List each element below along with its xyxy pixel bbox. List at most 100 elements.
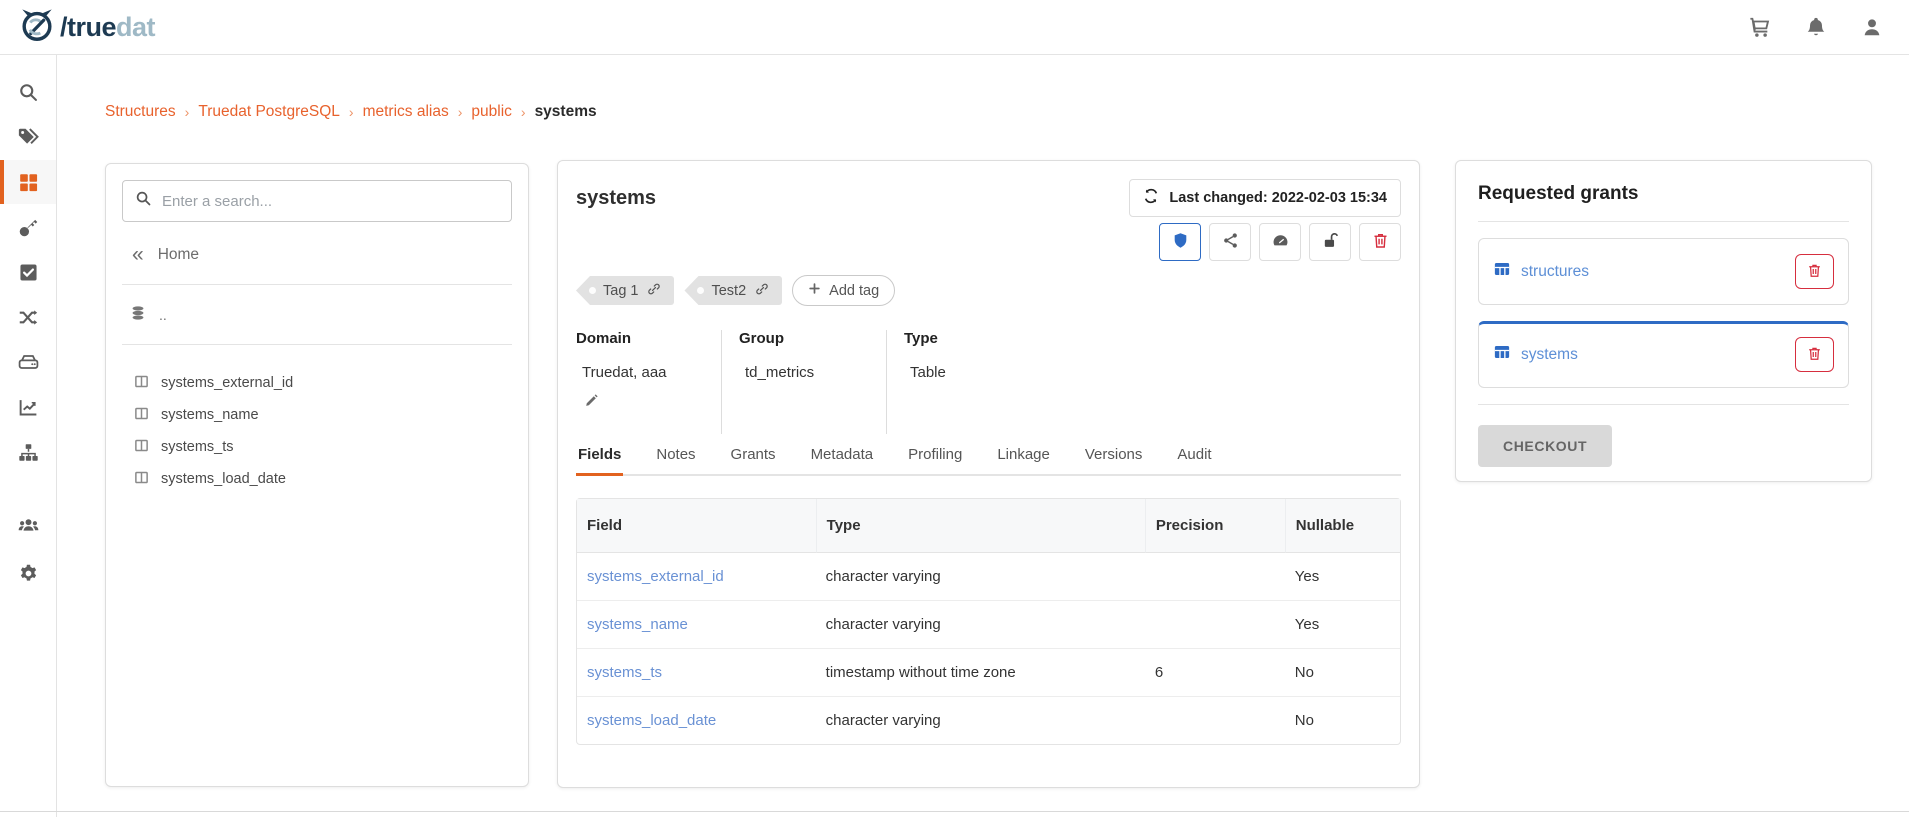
topbar: /truedat (0, 0, 1909, 55)
tab-versions[interactable]: Versions (1083, 438, 1145, 474)
breadcrumb-separator: › (521, 104, 526, 120)
rail-shuffle-icon[interactable] (0, 295, 56, 339)
truedat-logo[interactable]: /truedat (18, 7, 155, 48)
domain-label: Domain (576, 330, 697, 347)
search-input[interactable] (162, 193, 499, 210)
detail-tabs: Fields Notes Grants Metadata Profiling L… (576, 438, 1401, 476)
rail-chart-line-icon[interactable] (0, 385, 56, 429)
rail-search-icon[interactable] (0, 70, 56, 114)
column-item[interactable]: systems_ts (134, 431, 512, 463)
field-nullable: No (1285, 649, 1400, 697)
field-link[interactable]: systems_external_id (587, 568, 724, 585)
logo-text-dat: dat (116, 12, 155, 42)
tag-chip[interactable]: Test2 (684, 276, 782, 305)
field-type: character varying (816, 697, 1145, 744)
column-item[interactable]: systems_load_date (134, 463, 512, 495)
column-item[interactable]: systems_external_id (134, 367, 512, 399)
breadcrumb-schema[interactable]: public (471, 103, 512, 121)
field-nullable: No (1285, 697, 1400, 744)
remove-grant-button[interactable] (1795, 337, 1834, 372)
structure-actions (1159, 223, 1401, 261)
tag-chip[interactable]: Tag 1 (576, 276, 674, 305)
bell-icon[interactable] (1805, 16, 1827, 38)
tab-audit[interactable]: Audit (1175, 438, 1213, 474)
refresh-icon[interactable] (1143, 188, 1159, 208)
checkout-button[interactable]: CHECKOUT (1478, 425, 1612, 467)
gauge-icon (1272, 232, 1289, 252)
share-icon (1222, 232, 1239, 252)
grant-link[interactable]: structures (1521, 263, 1589, 281)
bottom-divider (0, 811, 1909, 812)
field-nullable: Yes (1285, 601, 1400, 649)
structure-detail-panel: systems Last changed: 2022-02-03 15:34 (557, 160, 1420, 788)
rail-tags-icon[interactable] (0, 115, 56, 159)
divider (1478, 221, 1849, 222)
shield-icon (1172, 232, 1189, 252)
field-precision (1145, 697, 1285, 744)
icon-rail (0, 55, 57, 817)
field-link[interactable]: systems_load_date (587, 712, 716, 729)
field-precision (1145, 601, 1285, 649)
share-button[interactable] (1209, 223, 1251, 261)
protect-button[interactable] (1159, 223, 1201, 261)
last-changed-box[interactable]: Last changed: 2022-02-03 15:34 (1129, 179, 1401, 217)
delete-button[interactable] (1359, 223, 1401, 261)
divider (1478, 404, 1849, 405)
type-label: Type (904, 330, 946, 347)
add-tag-button[interactable]: Add tag (792, 275, 895, 306)
tab-notes[interactable]: Notes (654, 438, 697, 474)
lock-button[interactable] (1309, 223, 1351, 261)
tab-grants[interactable]: Grants (729, 438, 778, 474)
remove-grant-button[interactable] (1795, 254, 1834, 289)
field-link[interactable]: systems_ts (587, 664, 662, 681)
grant-card-systems: systems (1478, 321, 1849, 388)
rail-structures-icon[interactable] (0, 160, 56, 204)
column-item[interactable]: systems_name (134, 399, 512, 431)
table-row: systems_name character varying Yes (577, 601, 1400, 649)
field-nullable: Yes (1285, 553, 1400, 601)
grant-link[interactable]: systems (1521, 346, 1578, 364)
structure-explorer-panel: « Home .. systems_external_id systems_na… (105, 163, 529, 787)
parent-label: .. (159, 307, 167, 323)
type-value: Table (910, 364, 946, 381)
tab-linkage[interactable]: Linkage (995, 438, 1052, 474)
field-type: character varying (816, 553, 1145, 601)
columns-icon (134, 470, 149, 489)
rail-users-icon[interactable] (0, 503, 56, 547)
tab-metadata[interactable]: Metadata (809, 438, 876, 474)
group-value: td_metrics (745, 364, 862, 381)
explorer-parent-link[interactable]: .. (130, 305, 512, 324)
rail-sitemap-icon[interactable] (0, 430, 56, 474)
link-icon (755, 282, 769, 300)
tab-fields[interactable]: Fields (576, 438, 623, 476)
field-link[interactable]: systems_name (587, 616, 688, 633)
breadcrumb-structures[interactable]: Structures (105, 103, 176, 121)
explorer-search[interactable] (122, 180, 512, 222)
breadcrumb-database[interactable]: metrics alias (363, 103, 449, 121)
last-changed-label: Last changed: 2022-02-03 15:34 (1169, 190, 1387, 206)
tab-profiling[interactable]: Profiling (906, 438, 964, 474)
trash-icon (1807, 263, 1822, 281)
col-header-precision: Precision (1145, 499, 1285, 553)
tag-row: Tag 1 Test2 Add tag (576, 275, 1401, 306)
trash-icon (1372, 232, 1389, 252)
search-icon (135, 190, 152, 212)
breadcrumb-current: systems (535, 103, 597, 121)
user-icon[interactable] (1861, 16, 1883, 38)
profiling-button[interactable] (1259, 223, 1301, 261)
requested-grants-panel: Requested grants structures systems (1455, 160, 1872, 482)
rail-gear-icon[interactable] (0, 551, 56, 595)
rail-check-square-icon[interactable] (0, 250, 56, 294)
breadcrumb-system[interactable]: Truedat PostgreSQL (198, 103, 340, 121)
explorer-home-link[interactable]: « Home (132, 246, 512, 264)
pencil-icon (584, 396, 599, 411)
columns-icon (134, 406, 149, 425)
rail-key-icon[interactable] (0, 205, 56, 249)
edit-domain-button[interactable] (584, 393, 599, 411)
col-header-nullable: Nullable (1285, 499, 1400, 553)
rail-hdd-icon[interactable] (0, 340, 56, 384)
column-label: systems_name (161, 407, 259, 423)
logo-text-true: /true (60, 12, 116, 42)
table-icon (1493, 343, 1511, 366)
cart-icon[interactable] (1749, 16, 1771, 38)
